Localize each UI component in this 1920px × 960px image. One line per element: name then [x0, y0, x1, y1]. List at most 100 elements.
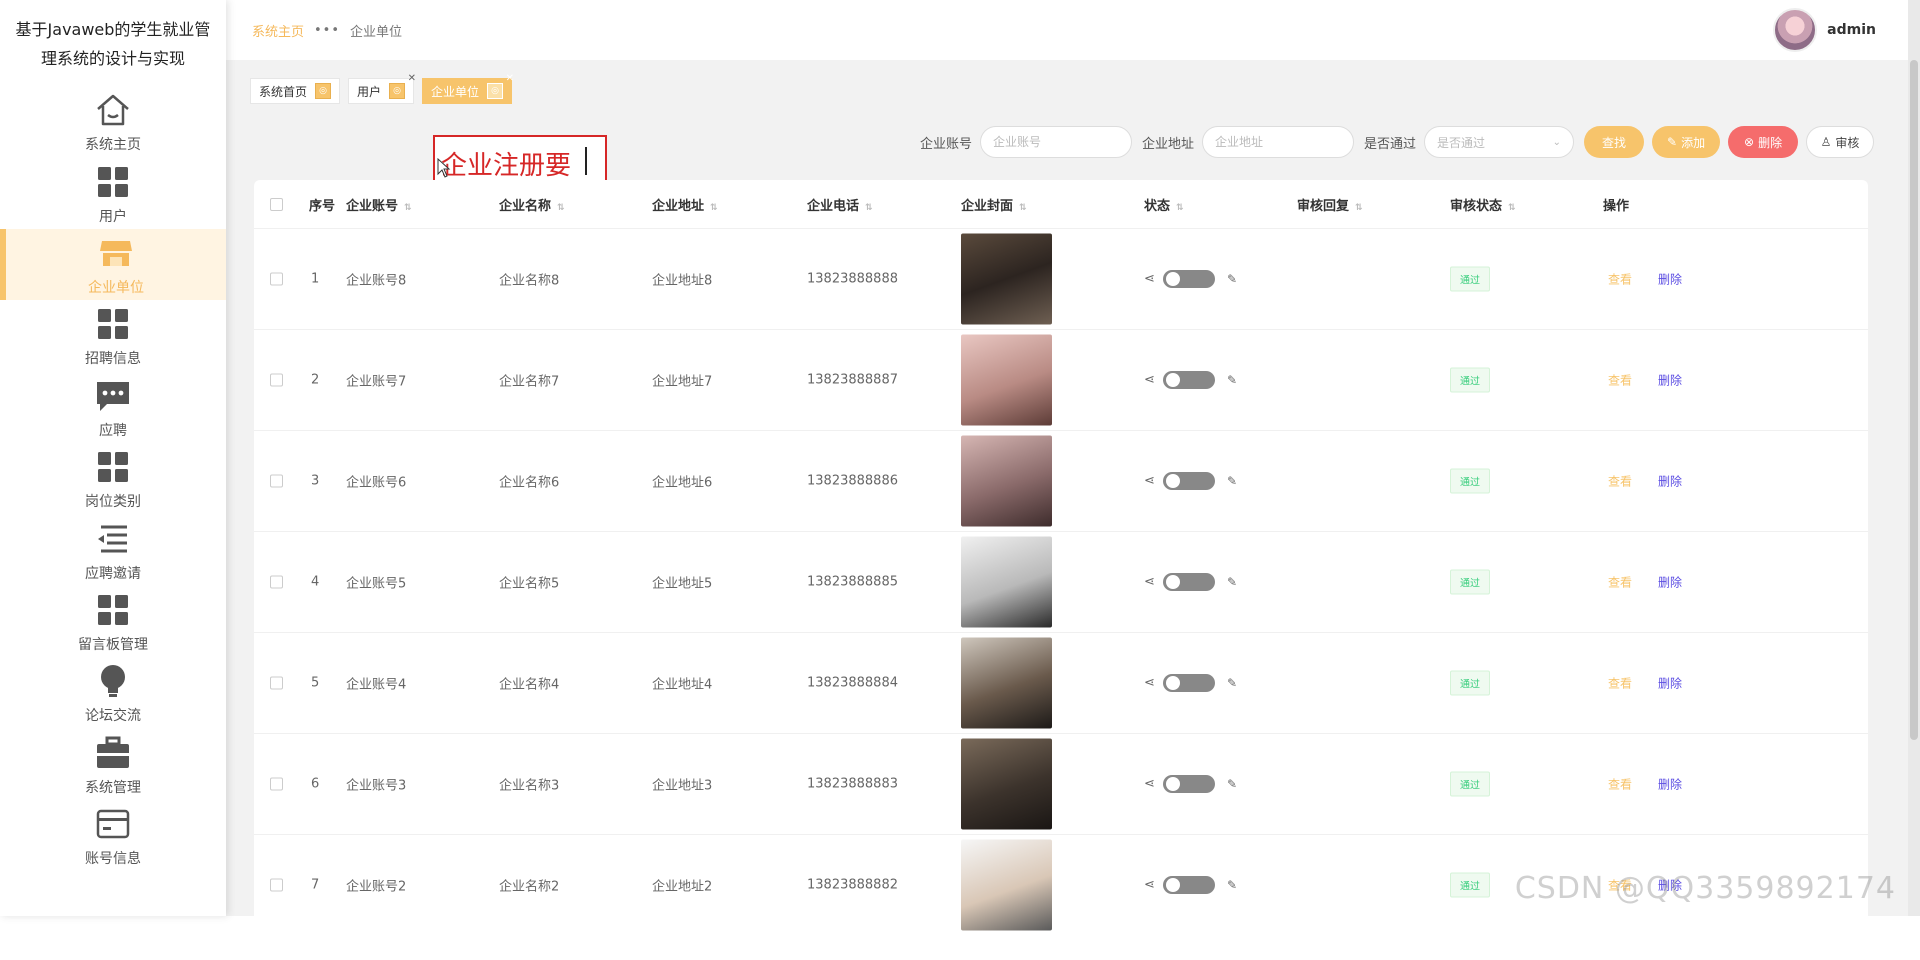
column-header[interactable]: 审核状态⇅ [1450, 195, 1516, 214]
table-row[interactable]: 2企业账号7企业名称7企业地址713823888887⋖✎通过查看删除 [254, 329, 1868, 430]
sort-icon[interactable]: ⇅ [557, 203, 565, 213]
sort-icon[interactable]: ⇅ [1355, 203, 1363, 213]
column-header[interactable]: 企业地址⇅ [652, 195, 718, 214]
view-link[interactable]: 查看 [1608, 675, 1632, 692]
edit-icon[interactable]: ✎ [1227, 373, 1237, 387]
sidebar-item[interactable]: 留言板管理 [0, 586, 226, 657]
edit-icon[interactable]: ✎ [1227, 575, 1237, 589]
user-name[interactable]: admin [1827, 22, 1876, 38]
table-row[interactable]: 3企业账号6企业名称6企业地址613823888886⋖✎通过查看删除 [254, 430, 1868, 531]
search-bar: 企业账号 企业地址 是否通过 是否通过 ⌄ 查找 ✎添加 ⊗删除 ♙审核 [920, 126, 1882, 158]
audit-button[interactable]: ♙审核 [1806, 126, 1874, 158]
share-icon[interactable]: ⋖ [1144, 272, 1155, 287]
status-toggle[interactable] [1163, 674, 1215, 692]
tab-tag[interactable]: 用户◎✕ [348, 78, 414, 104]
sort-icon[interactable]: ⇅ [865, 203, 873, 213]
sort-icon[interactable]: ⇅ [710, 203, 718, 213]
table-row[interactable]: 1企业账号8企业名称8企业地址813823888888⋖✎通过查看删除 [254, 228, 1868, 329]
sidebar-item[interactable]: 用户 [0, 157, 226, 228]
column-header[interactable]: 企业名称⇅ [499, 195, 565, 214]
sidebar-item[interactable]: 系统主页 [0, 86, 226, 157]
row-checkbox[interactable] [270, 677, 283, 690]
column-header[interactable]: 审核回复⇅ [1297, 195, 1363, 214]
edit-icon[interactable]: ✎ [1227, 272, 1237, 286]
cover-image[interactable] [961, 234, 1052, 325]
scrollbar-thumb[interactable] [1910, 60, 1918, 740]
status-toggle[interactable] [1163, 876, 1215, 894]
row-checkbox[interactable] [270, 879, 283, 892]
sidebar-item[interactable]: 岗位类别 [0, 443, 226, 514]
sort-icon[interactable]: ⇅ [1019, 203, 1027, 213]
table-row[interactable]: 4企业账号5企业名称5企业地址513823888885⋖✎通过查看删除 [254, 531, 1868, 632]
breadcrumb-home[interactable]: 系统主页 [252, 21, 304, 40]
sort-icon[interactable]: ⇅ [404, 203, 412, 213]
delete-link[interactable]: 删除 [1658, 473, 1682, 490]
close-icon[interactable]: ✕ [506, 73, 514, 84]
sidebar-item[interactable]: 招聘信息 [0, 300, 226, 371]
sidebar-item[interactable]: 系统管理 [0, 729, 226, 800]
address-search-input[interactable] [1202, 126, 1354, 158]
sidebar-item[interactable]: 企业单位 [0, 229, 226, 300]
cover-image[interactable] [961, 335, 1052, 426]
cover-image[interactable] [961, 537, 1052, 628]
row-checkbox[interactable] [270, 374, 283, 387]
delete-link[interactable]: 删除 [1658, 372, 1682, 389]
status-toggle[interactable] [1163, 270, 1215, 288]
sidebar-item[interactable]: 应聘邀请 [0, 514, 226, 585]
view-link[interactable]: 查看 [1608, 574, 1632, 591]
table-row[interactable]: 6企业账号3企业名称3企业地址313823888883⋖✎通过查看删除 [254, 733, 1868, 834]
view-link[interactable]: 查看 [1608, 776, 1632, 793]
tab-tag[interactable]: 系统首页◎ [250, 78, 340, 104]
column-header[interactable]: 企业账号⇅ [346, 195, 412, 214]
sidebar-item[interactable]: 应聘 [0, 372, 226, 443]
share-icon[interactable]: ⋖ [1144, 575, 1155, 590]
delete-link[interactable]: 删除 [1658, 271, 1682, 288]
delete-link[interactable]: 删除 [1658, 574, 1682, 591]
sidebar-item[interactable]: 论坛交流 [0, 657, 226, 728]
account-search-input[interactable] [980, 126, 1132, 158]
row-checkbox[interactable] [270, 273, 283, 286]
select-all-checkbox[interactable] [270, 198, 283, 211]
edit-icon[interactable]: ✎ [1227, 777, 1237, 791]
column-header[interactable]: 企业电话⇅ [807, 195, 873, 214]
share-icon[interactable]: ⋖ [1144, 777, 1155, 792]
close-icon[interactable]: ✕ [408, 73, 416, 84]
status-toggle[interactable] [1163, 472, 1215, 490]
edit-icon[interactable]: ✎ [1227, 878, 1237, 892]
status-toggle[interactable] [1163, 371, 1215, 389]
row-checkbox[interactable] [270, 475, 283, 488]
status-toggle[interactable] [1163, 775, 1215, 793]
cover-image[interactable] [961, 638, 1052, 729]
row-checkbox[interactable] [270, 576, 283, 589]
delete-link[interactable]: 删除 [1658, 675, 1682, 692]
column-header[interactable]: 状态⇅ [1144, 195, 1184, 214]
edit-icon[interactable]: ✎ [1227, 676, 1237, 690]
edit-icon[interactable]: ✎ [1227, 474, 1237, 488]
view-link[interactable]: 查看 [1608, 372, 1632, 389]
share-icon[interactable]: ⋖ [1144, 474, 1155, 489]
row-checkbox[interactable] [270, 778, 283, 791]
status-toggle[interactable] [1163, 573, 1215, 591]
share-icon[interactable]: ⋖ [1144, 878, 1155, 893]
search-button[interactable]: 查找 [1584, 126, 1644, 158]
table-row[interactable]: 5企业账号4企业名称4企业地址413823888884⋖✎通过查看删除 [254, 632, 1868, 733]
pass-select[interactable]: 是否通过 ⌄ [1424, 126, 1574, 158]
sidebar-item[interactable]: 账号信息 [0, 800, 226, 871]
tab-tag[interactable]: 企业单位◎✕ [422, 78, 512, 104]
share-icon[interactable]: ⋖ [1144, 373, 1155, 388]
cover-image[interactable] [961, 840, 1052, 931]
share-icon[interactable]: ⋖ [1144, 676, 1155, 691]
view-link[interactable]: 查看 [1608, 271, 1632, 288]
sort-icon[interactable]: ⇅ [1508, 203, 1516, 213]
delete-link[interactable]: 删除 [1658, 776, 1682, 793]
delete-button[interactable]: ⊗删除 [1728, 126, 1798, 158]
cover-image[interactable] [961, 436, 1052, 527]
avatar[interactable] [1773, 8, 1817, 52]
add-button[interactable]: ✎添加 [1652, 126, 1720, 158]
cover-image[interactable] [961, 739, 1052, 830]
view-link[interactable]: 查看 [1608, 473, 1632, 490]
scrollbar[interactable] [1908, 0, 1920, 916]
column-header[interactable]: 企业封面⇅ [961, 195, 1027, 214]
user-menu[interactable]: admin [1773, 8, 1876, 52]
sort-icon[interactable]: ⇅ [1176, 203, 1184, 213]
